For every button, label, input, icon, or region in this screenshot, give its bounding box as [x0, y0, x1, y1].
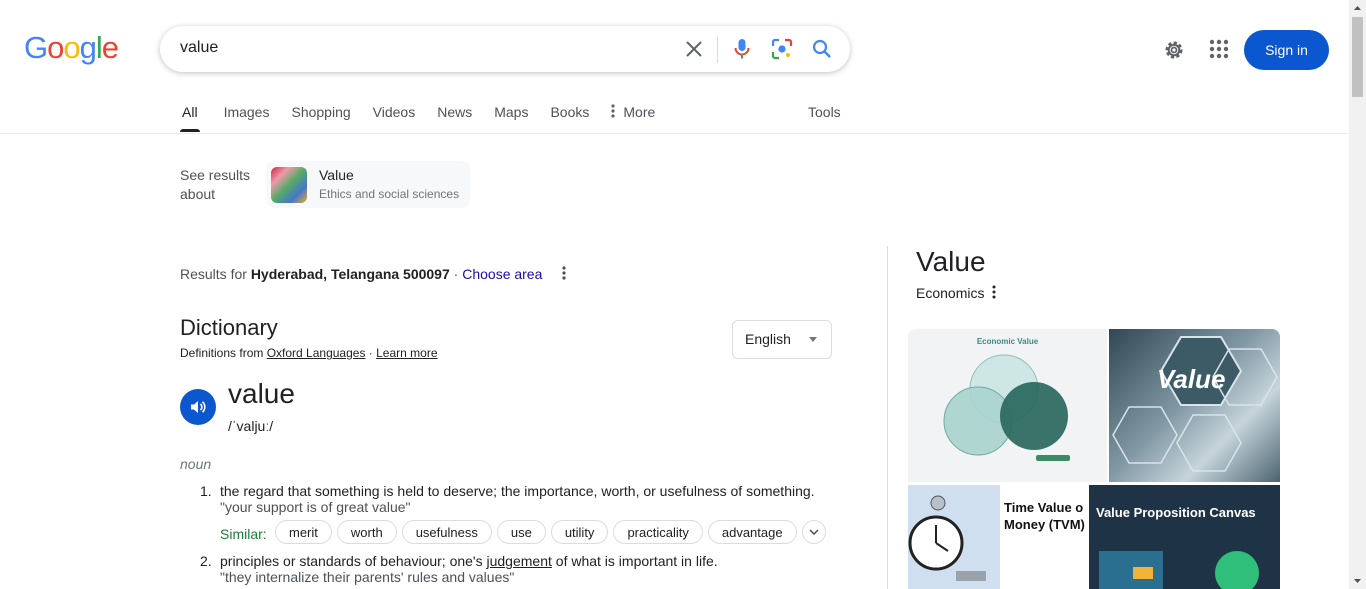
tab-books[interactable]: Books — [550, 104, 589, 132]
similar-chip[interactable]: merit — [275, 520, 332, 544]
similar-chip[interactable]: use — [496, 520, 546, 544]
microphone-icon[interactable] — [730, 37, 754, 61]
dictionary-word: value — [228, 378, 295, 409]
similar-words: merit worth usefulness use utility pract… — [275, 520, 826, 544]
value-proposition-canvas-image[interactable]: Value Proposition Canvas — [1089, 485, 1280, 589]
pronunciation-speaker-icon[interactable] — [180, 389, 216, 425]
scrollbar-thumb[interactable] — [1352, 17, 1363, 97]
definition-number: 1. — [200, 483, 212, 499]
search-tabs: All Images Shopping Videos News Maps Boo… — [180, 104, 677, 134]
knowledge-panel-subtitle: Economics — [916, 285, 985, 301]
dictionary-source: Definitions from Oxford Languages · Lear… — [180, 346, 438, 360]
search-input[interactable]: value — [180, 39, 218, 57]
tab-divider — [0, 133, 1349, 134]
dictionary-title: Dictionary — [180, 315, 278, 340]
value-thumbnail — [271, 167, 307, 203]
results-sep: · — [449, 266, 463, 282]
results-for-prefix: Results for — [180, 266, 251, 282]
tab-images[interactable]: Images — [224, 104, 270, 132]
lens-icon[interactable] — [770, 37, 794, 61]
image-caption: Time Value o Money (TVM) — [1004, 499, 1085, 533]
tab-all[interactable]: All — [180, 104, 200, 132]
logo-letter: g — [79, 30, 97, 65]
logo-letter: o — [47, 30, 64, 65]
location-options-icon[interactable] — [558, 265, 570, 286]
image-caption-line: Money (TVM) — [1004, 517, 1085, 532]
language-select[interactable]: English — [732, 320, 832, 359]
tab-shopping[interactable]: Shopping — [291, 104, 350, 132]
image-caption: Value — [1157, 364, 1226, 394]
scroll-up-arrow-icon[interactable] — [1349, 3, 1366, 13]
see-results-line1: See results — [180, 167, 251, 183]
canvas-graphic — [1099, 551, 1259, 589]
expand-similar-chevron-down-icon[interactable] — [801, 520, 826, 544]
learn-more-link[interactable]: Learn more — [376, 346, 437, 360]
vertical-scrollbar[interactable] — [1349, 0, 1366, 589]
search-divider — [717, 37, 718, 63]
choose-area-link[interactable]: Choose area — [462, 266, 542, 282]
see-results-subtitle: Ethics and social sciences — [319, 187, 460, 201]
definition-number: 2. — [200, 553, 212, 569]
tab-news[interactable]: News — [437, 104, 472, 132]
see-results-card[interactable]: Value Ethics and social sciences — [266, 161, 470, 208]
caret-down-icon — [809, 337, 817, 342]
see-results-title: Value — [319, 167, 354, 183]
logo-letter: G — [24, 30, 48, 65]
image-caption-line: Time Value o — [1004, 500, 1084, 515]
similar-chip[interactable]: advantage — [707, 520, 797, 544]
sign-in-button[interactable]: Sign in — [1244, 30, 1329, 70]
knowledge-panel-divider — [887, 246, 888, 589]
hexagon-graphic — [1112, 336, 1278, 472]
economic-value-image[interactable]: Economic Value — [908, 329, 1107, 482]
results-for: Results for Hyderabad, Telangana 500097 … — [180, 266, 542, 282]
language-value: English — [745, 331, 791, 347]
search-box[interactable]: value — [160, 26, 850, 72]
see-results-line2: about — [180, 186, 216, 202]
value-hexagon-image[interactable]: Value — [1109, 329, 1280, 482]
scroll-down-arrow-icon[interactable] — [1349, 576, 1366, 586]
tab-more[interactable]: More — [611, 104, 655, 132]
logo-letter: o — [63, 30, 80, 65]
definition-example: "they internalize their parents' rules a… — [220, 569, 515, 585]
search-icon[interactable] — [810, 37, 834, 61]
tab-more-label: More — [623, 104, 656, 120]
phonetic: /ˈvaljuː/ — [228, 418, 274, 434]
judgement-link[interactable]: judgement — [487, 553, 552, 569]
similar-chip[interactable]: practicality — [613, 520, 703, 544]
knowledge-panel-title: Value — [916, 246, 986, 277]
see-results-label: See results about — [180, 166, 250, 204]
clear-icon[interactable] — [682, 37, 706, 61]
similar-chip[interactable]: utility — [550, 520, 609, 544]
part-of-speech: noun — [180, 456, 212, 472]
venn-diagram-graphic — [943, 354, 1070, 461]
definition-text-part: of what is important in life. — [551, 553, 718, 569]
results-location: Hyderabad, Telangana 500097 — [250, 266, 450, 282]
definition-text: principles or standards of behaviour; on… — [220, 553, 718, 569]
knowledge-panel-options-icon[interactable] — [988, 284, 1000, 305]
google-apps-icon[interactable] — [1208, 38, 1230, 65]
source-sep: · — [365, 346, 377, 360]
tab-maps[interactable]: Maps — [494, 104, 528, 132]
definition-text: the regard that something is held to des… — [220, 483, 815, 499]
similar-chip[interactable]: usefulness — [401, 520, 492, 544]
time-value-of-money-image[interactable]: Time Value o Money (TVM) — [908, 485, 1087, 589]
similar-label: Similar: — [220, 526, 267, 542]
definition-example: "your support is of great value" — [220, 499, 411, 515]
tools-button[interactable]: Tools — [808, 104, 841, 120]
more-dots-icon — [611, 104, 615, 132]
source-prefix: Definitions from — [180, 346, 267, 360]
oxford-languages-link[interactable]: Oxford Languages — [267, 346, 366, 360]
settings-gear-icon[interactable] — [1160, 36, 1188, 69]
tab-videos[interactable]: Videos — [373, 104, 416, 132]
google-logo[interactable]: Google — [24, 30, 119, 66]
similar-chip[interactable]: worth — [336, 520, 397, 544]
definition-text-part: principles or standards of behaviour; on… — [220, 553, 487, 569]
logo-letter: e — [101, 30, 119, 65]
